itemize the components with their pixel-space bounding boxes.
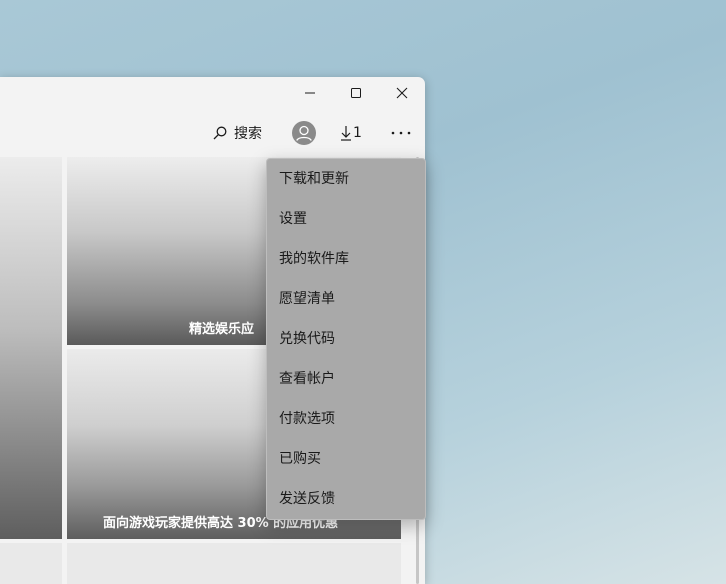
minimize-button[interactable] xyxy=(287,77,333,109)
search-icon xyxy=(213,126,227,140)
user-icon xyxy=(292,121,316,145)
menu-item-payment-options[interactable]: 付款选项 xyxy=(267,399,425,439)
download-arrow-icon xyxy=(341,126,351,141)
search-button[interactable]: 搜索 xyxy=(212,119,262,147)
menu-item-redeem-code[interactable]: 兑换代码 xyxy=(267,319,425,359)
menu-item-view-account[interactable]: 查看帐户 xyxy=(267,359,425,399)
promo-tile-left[interactable] xyxy=(0,157,62,539)
close-button[interactable] xyxy=(379,77,425,109)
maximize-button[interactable] xyxy=(333,77,379,109)
toolbar: 搜索 1 xyxy=(0,113,425,153)
close-icon xyxy=(396,87,408,99)
title-bar xyxy=(0,77,425,109)
menu-item-library[interactable]: 我的软件库 xyxy=(267,239,425,279)
maximize-icon xyxy=(351,88,361,98)
account-avatar-button[interactable] xyxy=(292,121,316,145)
download-count: 1 xyxy=(353,125,362,141)
more-options-button[interactable] xyxy=(388,119,414,147)
tile-caption: 精选娱乐应 xyxy=(189,322,255,337)
menu-item-wishlist[interactable]: 愿望清单 xyxy=(267,279,425,319)
menu-item-downloads-updates[interactable]: 下载和更新 xyxy=(267,159,425,199)
search-label: 搜索 xyxy=(234,126,262,142)
menu-item-send-feedback[interactable]: 发送反馈 xyxy=(267,479,425,519)
minimize-icon xyxy=(305,92,315,94)
menu-item-settings[interactable]: 设置 xyxy=(267,199,425,239)
menu-item-purchased[interactable]: 已购买 xyxy=(267,439,425,479)
downloads-button[interactable]: 1 xyxy=(340,119,362,147)
promo-tile-lower[interactable] xyxy=(67,543,401,584)
more-dots-icon xyxy=(391,131,411,135)
more-options-menu: 下载和更新 设置 我的软件库 愿望清单 兑换代码 查看帐户 付款选项 已购买 发… xyxy=(266,158,426,520)
promo-tile-lower-left[interactable] xyxy=(0,543,62,584)
